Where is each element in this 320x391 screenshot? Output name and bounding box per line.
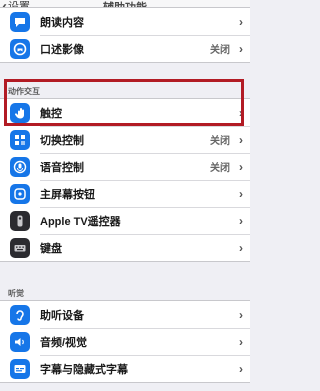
chevron-right-icon: ›	[239, 186, 243, 201]
row-label: 切换控制	[40, 134, 84, 147]
section-header-interaction: 动作交互	[8, 87, 40, 96]
row-label: 口述影像	[40, 43, 84, 56]
row-label: 朗读内容	[40, 16, 84, 29]
row-label: 语音控制	[40, 161, 84, 174]
row-voice-control[interactable]: 语音控制 关闭 ›	[0, 153, 250, 180]
switch-grid-icon	[10, 129, 30, 150]
voice-control-icon	[10, 156, 30, 177]
chevron-right-icon: ›	[239, 159, 243, 174]
audio-visual-icon	[10, 331, 30, 352]
home-button-icon	[10, 183, 30, 204]
chevron-right-icon: ›	[239, 240, 243, 255]
vision-group: 朗读内容 › 口述影像 关闭 ›	[0, 7, 250, 63]
row-label: 主屏幕按钮	[40, 188, 95, 201]
chevron-right-icon: ›	[239, 41, 243, 56]
chevron-right-icon: ›	[239, 213, 243, 228]
row-apple-tv-remote[interactable]: Apple TV遥控器 ›	[0, 207, 250, 234]
row-label: 助听设备	[40, 309, 84, 322]
row-value: 关闭	[210, 163, 230, 174]
chevron-right-icon: ›	[239, 105, 243, 120]
row-audio-visual[interactable]: 音频/视觉 ›	[0, 328, 250, 355]
row-label: 音频/视觉	[40, 336, 88, 349]
row-captions[interactable]: 字幕与隐藏式字幕 ›	[0, 355, 250, 382]
row-touch[interactable]: 触控 ›	[0, 99, 250, 126]
tv-remote-icon	[10, 210, 30, 231]
chevron-right-icon: ›	[239, 307, 243, 322]
row-hearing-devices[interactable]: 助听设备 ›	[0, 301, 250, 328]
section-header-hearing: 听觉	[8, 289, 24, 298]
chevron-right-icon: ›	[239, 14, 243, 29]
row-value: 关闭	[210, 136, 230, 147]
speech-bubble-icon	[10, 11, 30, 32]
row-switch-control[interactable]: 切换控制 关闭 ›	[0, 126, 250, 153]
row-audio-descriptions[interactable]: 口述影像 关闭 ›	[0, 35, 250, 62]
row-label: Apple TV遥控器	[40, 215, 121, 228]
hearing-group: 助听设备 › 音频/视觉 › 字幕与隐藏式字幕 ›	[0, 300, 250, 383]
keyboard-icon	[10, 237, 30, 258]
row-label: 键盘	[40, 242, 62, 255]
chevron-right-icon: ›	[239, 132, 243, 147]
description-icon	[10, 38, 30, 59]
ear-icon	[10, 304, 30, 325]
row-label: 字幕与隐藏式字幕	[40, 363, 128, 376]
interaction-group: 触控 › 切换控制 关闭 › 语音控制 关闭 › 主屏幕按钮 › Apple T…	[0, 98, 250, 262]
hand-touch-icon	[10, 102, 30, 123]
row-label: 触控	[40, 107, 62, 120]
row-home-button[interactable]: 主屏幕按钮 ›	[0, 180, 250, 207]
row-spoken-content[interactable]: 朗读内容 ›	[0, 8, 250, 35]
chevron-right-icon: ›	[239, 361, 243, 376]
row-value: 关闭	[210, 45, 230, 56]
captions-icon	[10, 358, 30, 379]
row-keyboard[interactable]: 键盘 ›	[0, 234, 250, 261]
chevron-right-icon: ›	[239, 334, 243, 349]
